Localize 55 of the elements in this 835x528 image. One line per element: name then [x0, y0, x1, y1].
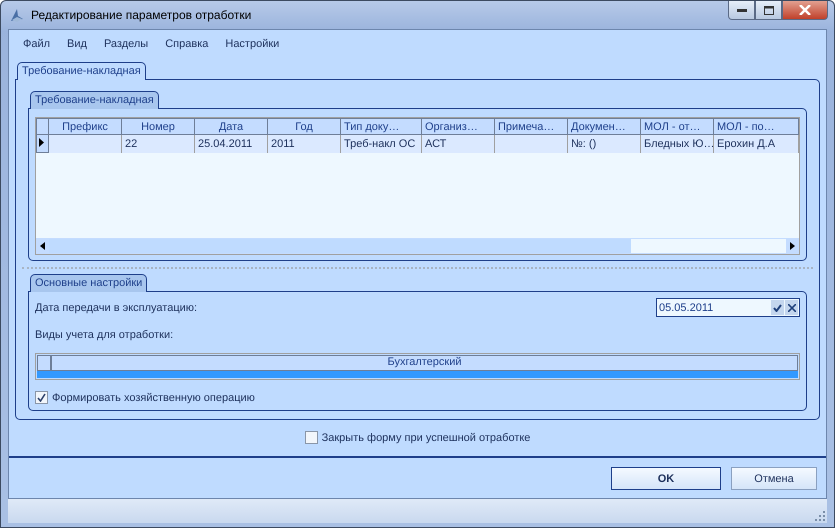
clear-icon: [788, 304, 796, 312]
scrollbar-thumb[interactable]: [49, 239, 786, 253]
menu-item[interactable]: Справка: [165, 38, 208, 50]
column-header[interactable]: Бухгалтерский: [51, 355, 798, 371]
ok-button[interactable]: OK: [611, 467, 721, 490]
cancel-button[interactable]: Отмена: [731, 467, 817, 490]
resize-grip-icon: [815, 511, 825, 521]
close-icon: [799, 5, 811, 15]
scroll-right-icon: [790, 242, 795, 250]
checkbox[interactable]: [304, 431, 318, 444]
menu-item[interactable]: Вид: [67, 38, 87, 50]
date-field[interactable]: 05.05.2011: [656, 298, 800, 317]
confirm-button[interactable]: [771, 300, 784, 315]
table-cell: 2011: [268, 134, 340, 152]
field-label: Виды учета для отработки:: [35, 329, 174, 341]
column-header[interactable]: Докумен…: [568, 118, 640, 134]
column-header[interactable]: Префикс: [48, 118, 122, 134]
checkbox-label: Формировать хозяйственную операцию: [52, 392, 255, 404]
column-header[interactable]: Номер: [122, 118, 194, 134]
menu-item[interactable]: Настройки: [225, 38, 280, 50]
row-indicator-header: [36, 118, 48, 134]
maximize-icon: [764, 6, 774, 14]
menu-item[interactable]: Разделы: [104, 38, 148, 50]
menu-item[interactable]: Файл: [23, 38, 50, 50]
column-header[interactable]: МОЛ - от…: [640, 118, 714, 134]
column-header[interactable]: Дата: [194, 118, 268, 134]
maximize-button[interactable]: [755, 1, 782, 20]
clear-button[interactable]: [785, 300, 798, 315]
checkmark-icon: [37, 393, 46, 402]
close-button[interactable]: [782, 1, 828, 20]
table-cell: Ерохин Д.А: [714, 134, 798, 152]
row-indicator-header: [37, 355, 51, 371]
column-header[interactable]: МОЛ - по…: [714, 118, 798, 134]
horizontal-scrollbar[interactable]: [36, 238, 799, 254]
checkbox-label: Закрыть форму при успешной отработке: [322, 432, 530, 444]
check-icon: [773, 304, 782, 312]
table-cell: 22: [122, 134, 194, 152]
minimize-button[interactable]: [728, 1, 755, 20]
scroll-left-icon: [40, 242, 45, 250]
app-icon: [9, 7, 25, 23]
column-header[interactable]: Год: [268, 118, 340, 134]
window-title: Редактирование параметров отработки: [31, 8, 252, 22]
minimize-icon: [736, 8, 746, 12]
row-indicator[interactable]: [36, 134, 48, 152]
table-cell: АСТ: [422, 134, 494, 152]
table-cell: №: (): [568, 134, 640, 152]
tab[interactable]: Требование-накладная: [17, 62, 146, 80]
column-header[interactable]: Примеча…: [494, 118, 568, 134]
table-cell: Треб-накл ОС: [340, 134, 422, 152]
column-header[interactable]: Тип доку…: [340, 118, 422, 134]
checkbox[interactable]: [35, 391, 48, 404]
field-label: Дата передачи в эксплуатацию:: [35, 302, 198, 314]
table-cell: 25.04.2011: [194, 134, 268, 152]
current-row-icon: [39, 138, 44, 146]
column-header[interactable]: Организ…: [422, 118, 494, 134]
